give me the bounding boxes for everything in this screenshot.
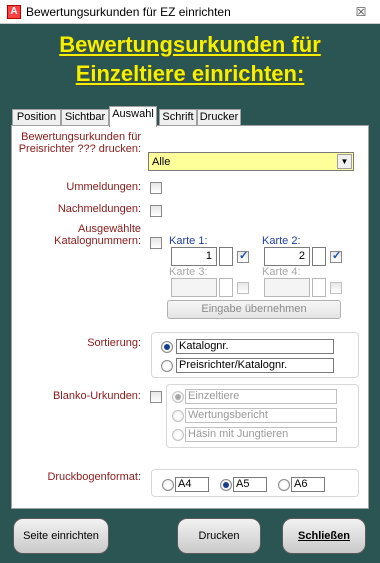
apply-input-button[interactable]: Eingabe übernehmen — [167, 300, 341, 319]
ummeldungen-checkbox[interactable] — [150, 182, 162, 194]
heading-line-2: Einzeltiere einrichten: — [75, 61, 305, 86]
druckbogenformat-group: A4 A5 A6 — [151, 469, 359, 497]
karte4-checkbox[interactable] — [330, 282, 342, 294]
blanko-einzeltiere-option[interactable]: Einzeltiere — [185, 389, 337, 404]
tab-drucker[interactable]: Drucker — [197, 109, 241, 126]
tab-sichtbar[interactable]: Sichtbar — [61, 109, 109, 126]
sortierung-group: Katalognr. Preisrichter/Katalognr. — [151, 332, 359, 378]
close-window-button[interactable]: ☒ — [352, 4, 370, 20]
sort-preisrichter-option[interactable]: Preisrichter/Katalognr. — [176, 358, 334, 373]
karte1-label: Karte 1: — [169, 235, 208, 247]
auswahl-panel: Bewertungsurkunden für Preisrichter ??? … — [11, 125, 369, 509]
karte3-checkbox[interactable] — [237, 282, 249, 294]
nachmeldungen-label: Nachmeldungen: — [57, 203, 141, 215]
sort-katalognr-radio[interactable] — [161, 341, 173, 353]
blanko-haesin-radio[interactable] — [172, 429, 184, 441]
blanko-checkbox[interactable] — [150, 391, 162, 403]
karte4-input[interactable] — [264, 278, 310, 297]
nachmeldungen-checkbox[interactable] — [150, 205, 162, 217]
ummeldungen-label: Ummeldungen: — [66, 181, 141, 193]
dialog-window: A Bewertungsurkunden für EZ einrichten ☒… — [0, 0, 380, 563]
heading-line-1: Bewertungsurkunden für — [59, 32, 321, 57]
sort-katalognr-option[interactable]: Katalognr. — [176, 339, 334, 354]
karte1-spinner[interactable] — [219, 247, 233, 266]
format-a4-option[interactable]: A4 — [175, 477, 209, 492]
close-button[interactable]: Schließen — [282, 518, 366, 554]
window-title: Bewertungsurkunden für EZ einrichten — [26, 5, 231, 19]
katalognummern-checkbox[interactable] — [150, 237, 162, 249]
format-a5-radio[interactable] — [220, 479, 232, 491]
karte2-checkbox[interactable] — [330, 249, 342, 263]
blanko-wertungsbericht-option[interactable]: Wertungsbericht — [185, 408, 337, 423]
karte1-input[interactable]: 1 — [171, 247, 217, 266]
format-a6-radio[interactable] — [278, 479, 290, 491]
karte4-label: Karte 4: — [262, 266, 301, 278]
print-button[interactable]: Drucken — [177, 518, 261, 554]
access-app-icon: A — [7, 5, 21, 19]
karte1-checkbox[interactable] — [237, 249, 249, 263]
tab-position[interactable]: Position — [12, 109, 61, 126]
tab-auswahl[interactable]: Auswahl — [109, 106, 157, 127]
karte2-input[interactable]: 2 — [264, 247, 310, 266]
karte3-label: Karte 3: — [169, 266, 208, 278]
tab-schrift[interactable]: Schrift — [159, 109, 197, 126]
page-setup-button[interactable]: Seite einrichten — [13, 518, 109, 554]
sort-preisrichter-radio[interactable] — [161, 360, 173, 372]
format-a4-radio[interactable] — [162, 479, 174, 491]
blanko-einzeltiere-radio[interactable] — [172, 391, 184, 403]
sortierung-label: Sortierung: — [87, 337, 141, 349]
format-a6-option[interactable]: A6 — [291, 477, 325, 492]
format-a5-option[interactable]: A5 — [233, 477, 267, 492]
preisrichter-select-value: Alle — [152, 156, 171, 168]
preisrichter-label: Bewertungsurkunden für Preisrichter ??? … — [18, 131, 141, 155]
karte4-spinner[interactable] — [312, 278, 326, 297]
druckbogenformat-label: Druckbogenformat: — [47, 471, 141, 483]
blanko-haesin-option[interactable]: Häsin mit Jungtieren — [185, 427, 337, 442]
karte2-label: Karte 2: — [262, 235, 301, 247]
katalognummern-label: Ausgewählte Katalognummern: — [54, 223, 141, 247]
blanko-wertungsbericht-radio[interactable] — [172, 410, 184, 422]
karte3-input[interactable] — [171, 278, 217, 297]
blanko-group: Einzeltiere Wertungsbericht Häsin mit Ju… — [166, 384, 359, 448]
page-heading: Bewertungsurkunden für Einzeltiere einri… — [0, 30, 380, 88]
blanko-label: Blanko-Urkunden: — [52, 390, 141, 402]
title-bar: A Bewertungsurkunden für EZ einrichten ☒ — [0, 0, 380, 24]
chevron-down-icon[interactable]: ▼ — [337, 154, 352, 169]
preisrichter-select[interactable]: Alle ▼ — [148, 152, 354, 171]
karte3-spinner[interactable] — [219, 278, 233, 297]
karte2-spinner[interactable] — [312, 247, 326, 266]
